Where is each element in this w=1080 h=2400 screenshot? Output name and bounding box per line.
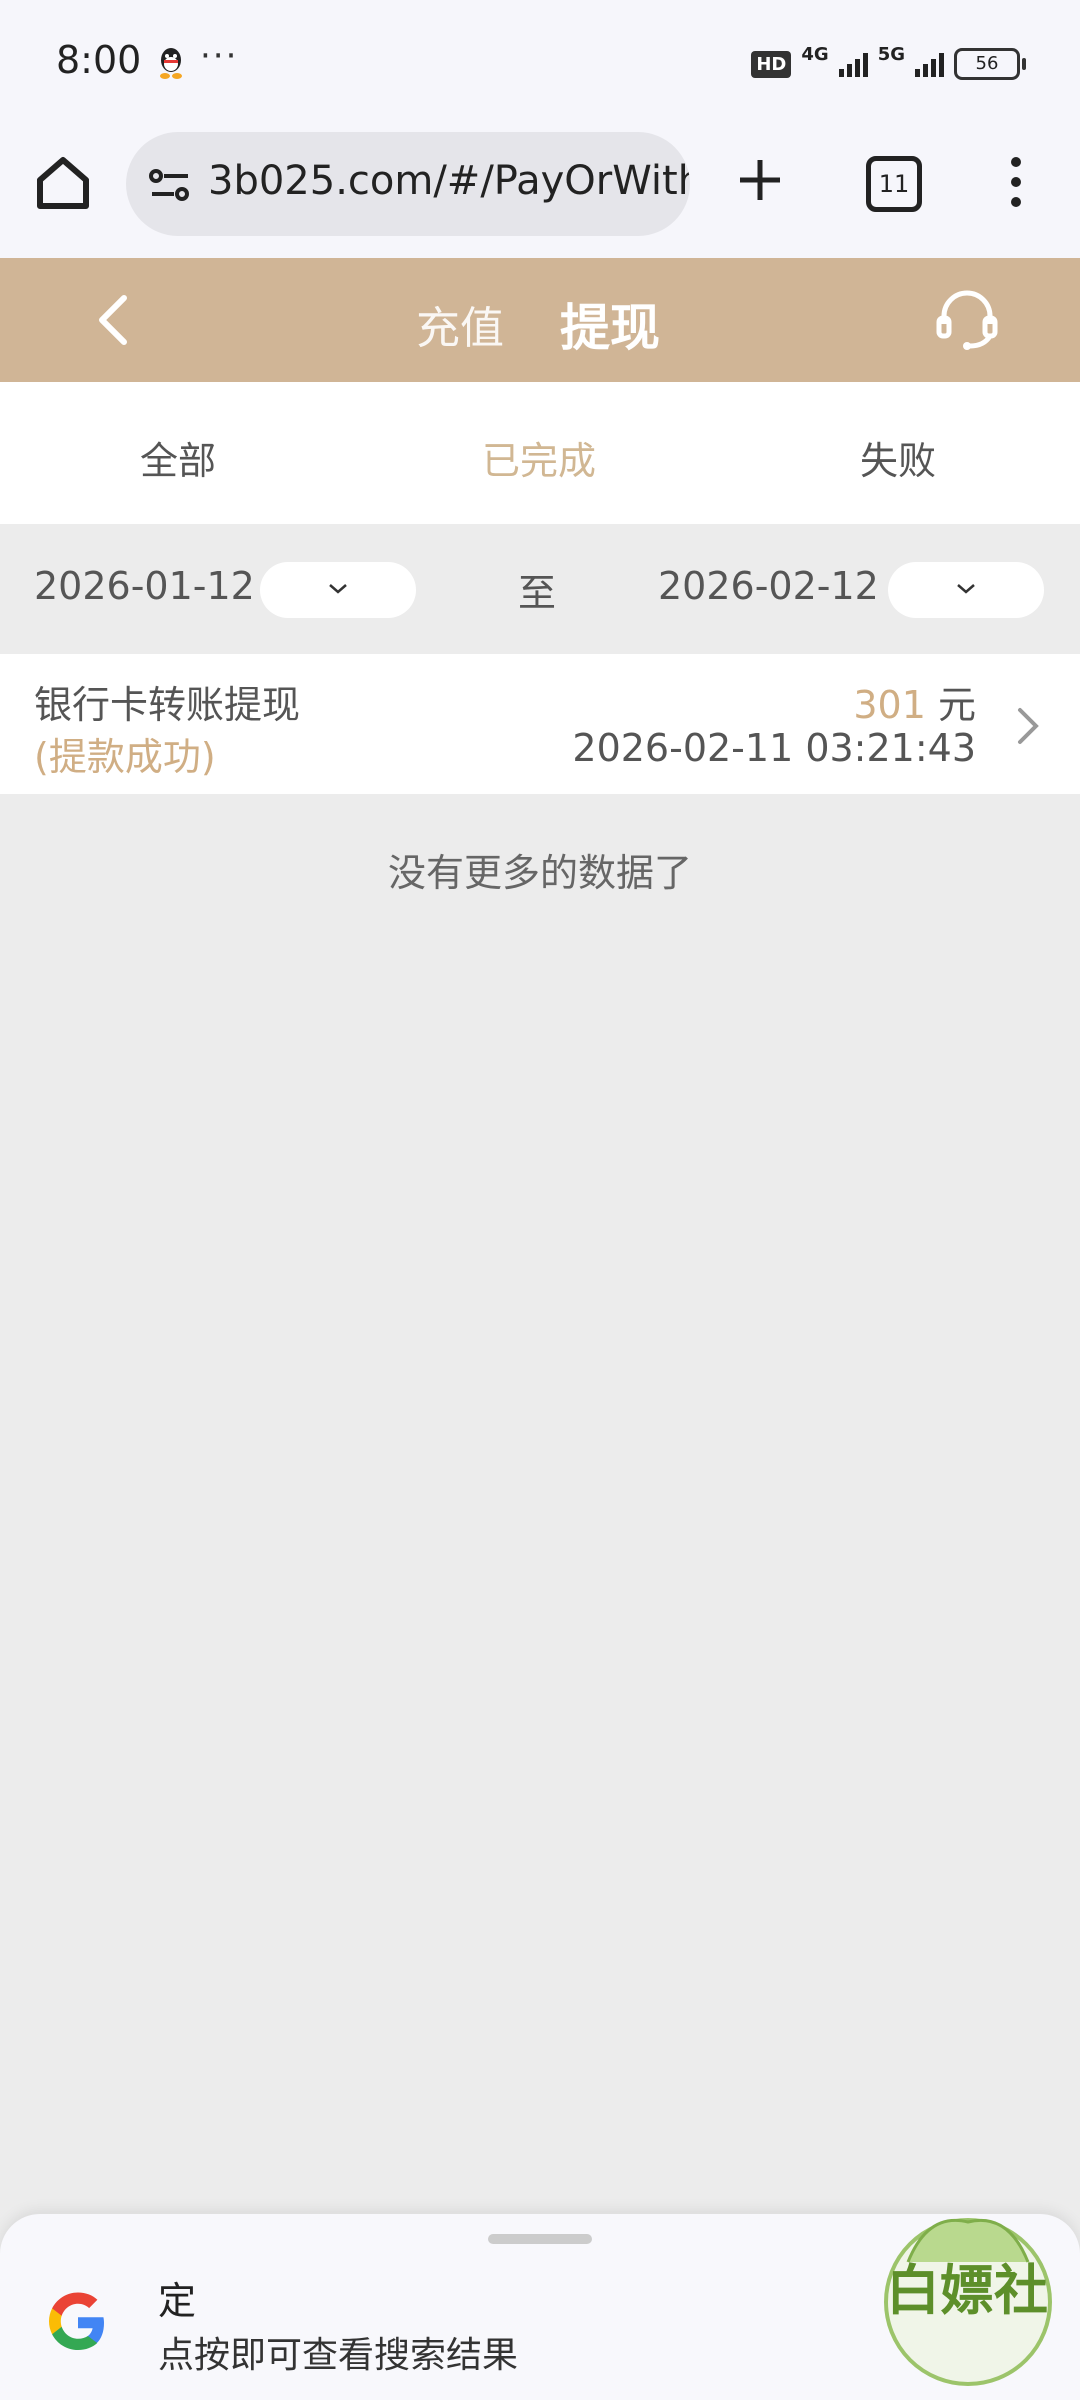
- record-status: (提款成功): [34, 735, 216, 779]
- app-header: 充值 提现: [0, 258, 1080, 382]
- status-filter-tabs: 全部 已完成 失败: [0, 382, 1080, 524]
- new-tab-icon[interactable]: [730, 150, 790, 210]
- more-menu-icon[interactable]: [1004, 152, 1028, 212]
- chevron-right-icon: [1018, 708, 1039, 744]
- search-hint-text: 点按即可查看搜索结果: [158, 2335, 519, 2376]
- site-settings-icon[interactable]: [148, 166, 192, 206]
- address-bar[interactable]: 3b025.com/#/PayOrWith: [126, 132, 690, 236]
- more-notifications-icon: ···: [200, 36, 239, 76]
- watermark-logo: 白嫖社: [868, 2192, 1068, 2392]
- record-title: 银行卡转账提现: [34, 683, 301, 727]
- filter-tab-completed[interactable]: 已完成: [482, 430, 596, 485]
- home-icon[interactable]: [32, 152, 94, 214]
- tab-recharge[interactable]: 充值: [416, 292, 504, 356]
- network-4g-label: 4G: [801, 43, 829, 65]
- start-date-dropdown[interactable]: [260, 562, 416, 618]
- google-logo-icon: [49, 2292, 104, 2350]
- back-arrow-icon[interactable]: [90, 292, 136, 348]
- status-time: 8:00: [56, 38, 142, 82]
- record-amount: 301 元: [853, 674, 976, 729]
- start-date-text[interactable]: 2026-01-12: [34, 564, 255, 608]
- end-date-dropdown[interactable]: [888, 562, 1044, 618]
- end-date-text[interactable]: 2026-02-12: [658, 564, 879, 608]
- currency-unit: 元: [937, 683, 976, 727]
- search-query-text: 定: [158, 2279, 197, 2323]
- list-item[interactable]: 银行卡转账提现 (提款成功) 301 元 2026-02-11 03:21:43: [0, 654, 1080, 794]
- watermark-text: 白嫖社: [886, 2258, 1048, 2322]
- amount-value: 301: [853, 683, 926, 727]
- hd-icon: HD: [751, 50, 792, 78]
- signal-icon: [915, 51, 944, 77]
- filter-tab-failed[interactable]: 失败: [860, 430, 936, 485]
- network-5g-label: 5G: [877, 43, 905, 65]
- sheet-drag-handle[interactable]: [488, 2234, 592, 2244]
- browser-toolbar: 3b025.com/#/PayOrWith 11: [0, 128, 1080, 258]
- filter-tab-all[interactable]: 全部: [140, 430, 216, 485]
- signal-icon: [838, 51, 868, 77]
- no-more-data-text: 没有更多的数据了: [387, 851, 692, 895]
- tab-withdraw[interactable]: 提现: [560, 288, 660, 360]
- date-range-filter: 2026-01-12 至 2026-02-12: [0, 524, 1080, 654]
- url-text[interactable]: 3b025.com/#/PayOrWith: [208, 158, 690, 204]
- qq-icon: [160, 48, 182, 79]
- chevron-down-icon: [957, 584, 975, 594]
- battery-icon: 56: [954, 48, 1026, 80]
- record-time: 2026-02-11 03:21:43: [572, 726, 976, 770]
- status-bar: 8:00 ··· HD 4G 5G 56: [0, 0, 1080, 128]
- chevron-down-icon: [329, 584, 347, 594]
- customer-service-icon[interactable]: [934, 286, 1000, 352]
- status-indicators: HD 4G 5G 56: [751, 43, 1026, 84]
- tab-switcher-button[interactable]: 11: [866, 156, 922, 212]
- date-separator: 至: [518, 571, 557, 615]
